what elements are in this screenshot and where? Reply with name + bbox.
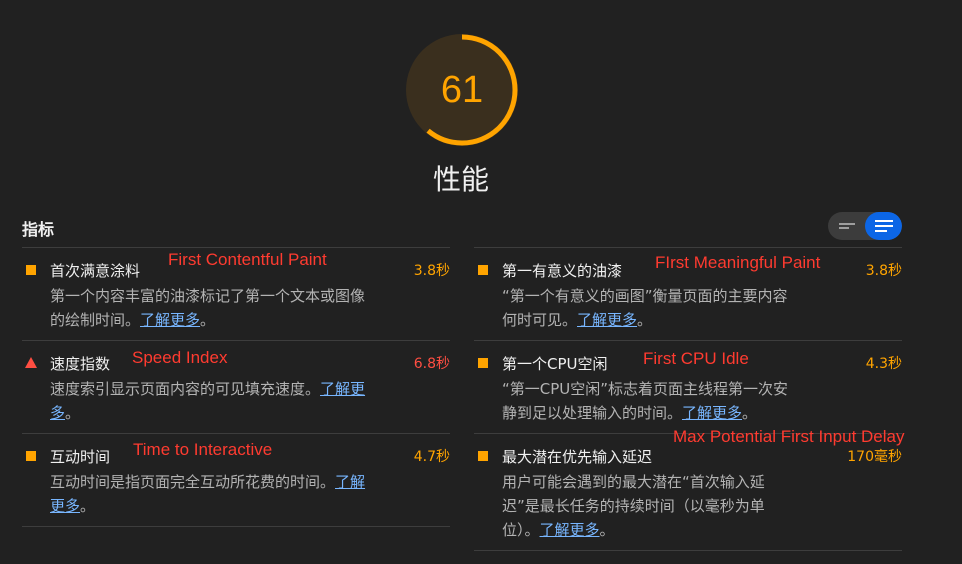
average-square-icon [478, 451, 488, 461]
metric-value: 170毫秒 [847, 449, 902, 465]
metric-description-suffix: 。 [742, 404, 758, 422]
average-square-icon [478, 265, 488, 275]
annotation-first-meaningful-paint: FIrst Meaningful Paint [655, 253, 821, 272]
metric-description: 速度索引显示页面内容的可见填充速度。了解更多。 [50, 377, 366, 425]
score-gauge: 61 [404, 32, 520, 148]
average-square-icon [26, 451, 36, 461]
metric-max-potential-fid: 最大潜在优先输入延迟 170毫秒 用户可能会遇到的最大潜在“首次输入延迟”是最长… [474, 433, 902, 550]
category-title: 性能 [432, 163, 489, 196]
metric-description: “第一个有意义的画图”衡量页面的主要内容何时可见。了解更多。 [502, 284, 802, 332]
metric-title: 最大潜在优先输入延迟 [502, 448, 653, 466]
learn-more-link[interactable]: 了解更多 [682, 404, 742, 422]
view-toggle [828, 212, 902, 240]
learn-more-link[interactable]: 了解更多 [540, 521, 600, 539]
score-value: 61 [440, 69, 484, 111]
metric-value: 3.8秒 [865, 263, 902, 279]
metric-value: 4.7秒 [413, 449, 450, 465]
metric-title: 互动时间 [50, 448, 111, 466]
metric-description: 互动时间是指页面完全互动所花费的时间。了解更多。 [50, 470, 366, 518]
metrics-heading: 指标 [22, 220, 55, 239]
annotation-time-to-interactive: Time to Interactive [133, 440, 273, 459]
learn-more-link[interactable]: 了解更多 [140, 311, 200, 329]
metric-description-suffix: 。 [65, 404, 81, 422]
metric-description-suffix: 。 [200, 311, 216, 329]
collapsed-view-button[interactable] [828, 212, 865, 240]
metric-description-text: 速度索引显示页面内容的可见填充速度。 [50, 380, 321, 398]
metric-speed-index: 速度指数 6.8秒 速度索引显示页面内容的可见填充速度。了解更多。 [22, 340, 450, 433]
average-square-icon [26, 265, 36, 275]
metric-description: “第一CPU空闲”标志着页面主线程第一次安静到足以处理输入的时间。了解更多。 [502, 377, 802, 425]
metric-title: 首次满意涂料 [50, 262, 141, 280]
expanded-list-icon [875, 220, 893, 232]
average-square-icon [478, 358, 488, 368]
metric-description: 用户可能会遇到的最大潜在“首次输入延迟”是最长任务的持续时间（以毫秒为单位）。了… [502, 470, 802, 542]
annotation-first-contentful-paint: First Contentful Paint [168, 250, 327, 269]
metric-value: 4.3秒 [865, 356, 902, 372]
metric-title: 第一个CPU空闲 [502, 355, 608, 373]
column-divider [474, 550, 902, 551]
metric-description-suffix: 。 [637, 311, 653, 329]
expanded-view-button[interactable] [865, 212, 902, 240]
metric-description-text: 互动时间是指页面完全互动所花费的时间。 [50, 473, 336, 491]
metric-value: 6.8秒 [413, 356, 450, 372]
metric-description: 第一个内容丰富的油漆标记了第一个文本或图像的绘制时间。了解更多。 [50, 284, 366, 332]
collapsed-list-icon [839, 223, 855, 229]
annotation-first-cpu-idle: First CPU Idle [643, 349, 749, 368]
metric-title: 速度指数 [50, 355, 111, 373]
metric-value: 3.8秒 [413, 263, 450, 279]
column-divider [22, 526, 450, 527]
learn-more-link[interactable]: 了解更多 [577, 311, 637, 329]
metric-title: 第一有意义的油漆 [502, 262, 623, 280]
fail-triangle-icon [25, 357, 37, 368]
metric-description-suffix: 。 [599, 521, 615, 539]
annotation-max-potential-fid: Max Potential First Input Delay [673, 427, 905, 446]
annotation-speed-index: Speed Index [132, 348, 228, 367]
metric-description-suffix: 。 [80, 497, 96, 515]
